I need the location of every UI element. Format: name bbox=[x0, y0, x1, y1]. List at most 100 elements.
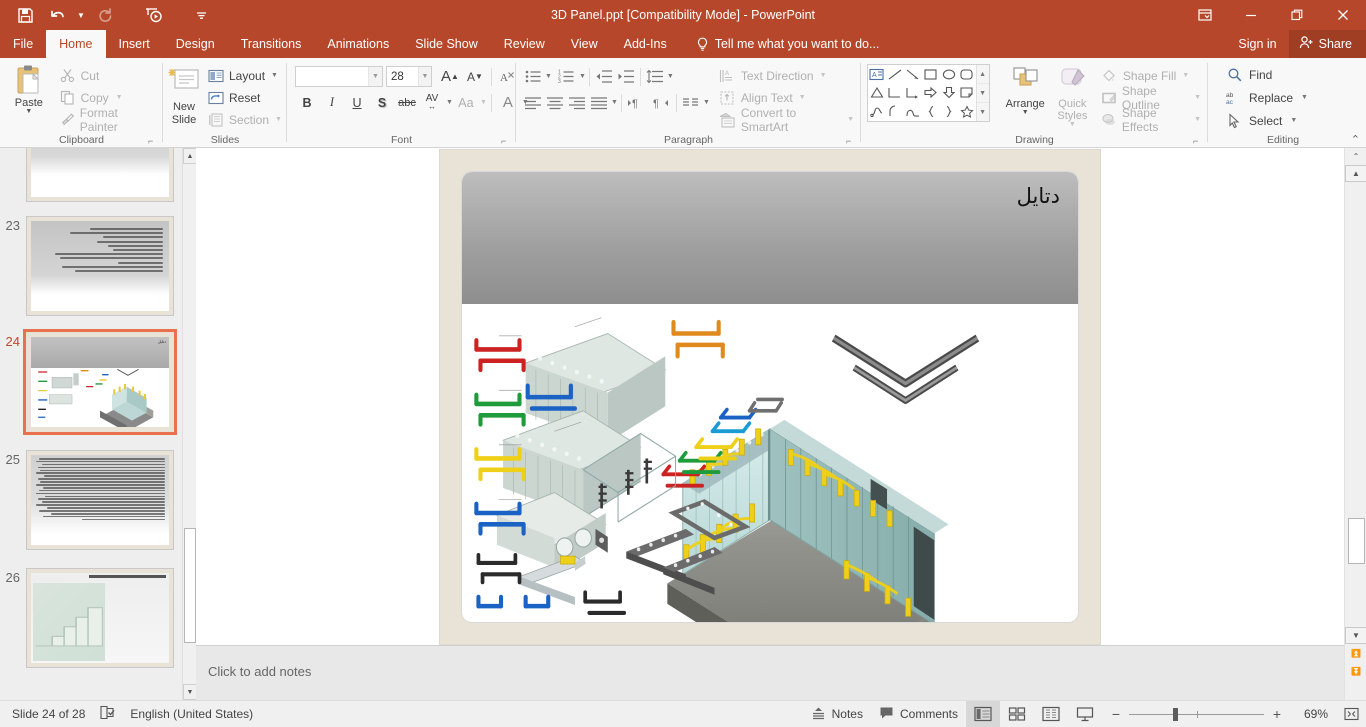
notes-button[interactable]: Notes bbox=[803, 701, 871, 727]
select-button[interactable]: Select ▼ bbox=[1222, 110, 1312, 132]
character-spacing-button[interactable]: AV ↔ bbox=[420, 91, 444, 114]
font-dialog-launcher[interactable]: ⌐ bbox=[501, 136, 512, 147]
change-case-button[interactable]: Aa bbox=[454, 91, 478, 114]
decrease-indent-icon[interactable] bbox=[593, 66, 615, 88]
save-icon[interactable] bbox=[10, 2, 40, 28]
zoom-slider-handle[interactable] bbox=[1173, 707, 1178, 721]
new-slide-button[interactable]: New Slide bbox=[167, 62, 201, 133]
thumbnail-box-selected[interactable]: دتایل bbox=[23, 329, 177, 435]
character-spacing-caret[interactable]: ▼ bbox=[446, 99, 453, 106]
arrange-caret[interactable]: ▼ bbox=[1022, 109, 1029, 116]
shapes-scroll-up-icon[interactable]: ▲ bbox=[976, 65, 989, 84]
tab-review[interactable]: Review bbox=[491, 30, 558, 58]
reading-view-button[interactable] bbox=[1034, 701, 1068, 727]
font-size-caret[interactable]: ▼ bbox=[418, 67, 431, 86]
numbering-caret[interactable]: ▼ bbox=[579, 73, 586, 80]
next-slide-icon[interactable]: ⏬ bbox=[1345, 663, 1366, 680]
current-slide[interactable]: دتایل bbox=[462, 171, 1078, 622]
previous-slide-icon[interactable]: ⏫ bbox=[1345, 645, 1366, 662]
list-item[interactable]: 26 bbox=[0, 562, 182, 668]
minimize-icon[interactable] bbox=[1228, 0, 1274, 30]
share-button[interactable]: Share bbox=[1288, 30, 1366, 58]
find-button[interactable]: Find bbox=[1222, 64, 1312, 86]
3d-panel-wall-assembly-diagram[interactable] bbox=[462, 303, 1078, 622]
convert-to-smartart-button[interactable]: Convert to SmartArt ▼ bbox=[716, 106, 857, 134]
shape-folded-corner-icon[interactable] bbox=[958, 84, 976, 103]
increase-font-size-button[interactable]: A ▲ bbox=[438, 65, 462, 88]
thumbnail-box[interactable] bbox=[26, 450, 174, 550]
line-spacing-caret[interactable]: ▼ bbox=[667, 73, 674, 80]
collapse-up-icon[interactable]: ⌃ bbox=[1345, 148, 1366, 165]
zoom-out-button[interactable]: − bbox=[1110, 706, 1122, 722]
close-icon[interactable] bbox=[1320, 0, 1366, 30]
slide-pane-scrollbar[interactable]: ⌃ ▲ ▼ ⏫ ⏬ bbox=[1344, 148, 1366, 700]
bold-button[interactable]: B bbox=[295, 91, 319, 114]
restore-icon[interactable] bbox=[1274, 0, 1320, 30]
shapes-more-icon[interactable]: ▼ bbox=[976, 103, 989, 121]
comments-button[interactable]: Comments bbox=[871, 701, 966, 727]
align-center-icon[interactable] bbox=[544, 92, 566, 114]
thumbnails-scroll-up-icon[interactable]: ▲ bbox=[183, 148, 196, 164]
shape-elbow-connector-icon[interactable] bbox=[886, 84, 904, 103]
zoom-slider[interactable] bbox=[1129, 707, 1264, 721]
rtl-text-direction-icon[interactable]: ¶ bbox=[649, 92, 673, 114]
align-left-icon[interactable] bbox=[522, 92, 544, 114]
arrange-button[interactable]: Arrange ▼ bbox=[1002, 62, 1049, 133]
shape-arrow-icon[interactable] bbox=[904, 65, 922, 84]
align-right-icon[interactable] bbox=[566, 92, 588, 114]
quick-styles-button[interactable]: Quick Styles ▼ bbox=[1049, 62, 1096, 133]
notes-pane[interactable]: Click to add notes bbox=[196, 645, 1344, 700]
section-button[interactable]: Section ▼ bbox=[203, 109, 286, 130]
scroll-down-icon[interactable]: ▼ bbox=[1345, 627, 1366, 644]
cut-button[interactable]: Cut bbox=[56, 65, 159, 86]
format-painter-button[interactable]: Format Painter bbox=[56, 106, 159, 134]
tell-me-search[interactable]: Tell me what you want to do... bbox=[680, 30, 879, 58]
list-item[interactable] bbox=[0, 148, 182, 202]
shape-curve-icon[interactable] bbox=[904, 102, 922, 121]
columns-caret[interactable]: ▼ bbox=[703, 99, 710, 106]
bullets-icon[interactable] bbox=[522, 66, 544, 88]
paragraph-dialog-launcher[interactable]: ⌐ bbox=[846, 136, 857, 147]
thumbnails-scroll-down-icon[interactable]: ▼ bbox=[183, 684, 196, 700]
collapse-ribbon-icon[interactable]: ⌃ bbox=[1351, 133, 1360, 146]
columns-icon[interactable] bbox=[680, 92, 702, 114]
fit-slide-icon[interactable] bbox=[1336, 701, 1366, 727]
shapes-gallery[interactable]: A ▲ ▼ ▼ bbox=[867, 64, 990, 122]
underline-button[interactable]: U bbox=[345, 91, 369, 114]
customize-qat-icon[interactable] bbox=[186, 2, 216, 28]
tab-insert[interactable]: Insert bbox=[106, 30, 163, 58]
tab-file[interactable]: File bbox=[0, 30, 47, 58]
paste-dropdown-caret[interactable]: ▼ bbox=[25, 108, 32, 115]
undo-dropdown-caret[interactable]: ▼ bbox=[74, 2, 88, 28]
layout-dropdown-caret[interactable]: ▼ bbox=[271, 72, 278, 79]
ribbon-display-options-icon[interactable] bbox=[1182, 0, 1228, 30]
italic-button[interactable]: I bbox=[320, 91, 344, 114]
tab-home[interactable]: Home bbox=[46, 30, 106, 58]
replace-button[interactable]: ab ac Replace ▼ bbox=[1222, 87, 1312, 109]
zoom-in-button[interactable]: + bbox=[1271, 706, 1283, 722]
shape-down-arrow-icon[interactable] bbox=[940, 84, 958, 103]
font-name-input[interactable]: ▼ bbox=[295, 66, 383, 87]
zoom-level[interactable]: 69% bbox=[1290, 707, 1328, 721]
undo-icon[interactable] bbox=[42, 2, 72, 28]
numbering-icon[interactable]: 123 bbox=[556, 66, 578, 88]
replace-caret[interactable]: ▼ bbox=[1301, 94, 1308, 101]
page-title[interactable]: دتایل bbox=[1017, 184, 1060, 208]
text-direction-caret[interactable]: ▼ bbox=[820, 72, 827, 79]
decrease-font-size-button[interactable]: A ▼ bbox=[463, 65, 487, 88]
clipboard-dialog-launcher[interactable]: ⌐ bbox=[148, 136, 159, 147]
language-indicator[interactable]: English (United States) bbox=[130, 707, 253, 721]
font-name-caret[interactable]: ▼ bbox=[368, 67, 382, 86]
increase-indent-icon[interactable] bbox=[615, 66, 637, 88]
scroll-up-icon[interactable]: ▲ bbox=[1345, 165, 1366, 182]
shapes-scroll-down-icon[interactable]: ▼ bbox=[976, 84, 989, 103]
tab-animations[interactable]: Animations bbox=[314, 30, 402, 58]
drawing-dialog-launcher[interactable]: ⌐ bbox=[1193, 136, 1204, 147]
tab-view[interactable]: View bbox=[558, 30, 611, 58]
shape-line-icon[interactable] bbox=[886, 65, 904, 84]
list-item[interactable]: 23 bbox=[0, 210, 182, 316]
shapes-gallery-scrollbar[interactable]: ▲ ▼ ▼ bbox=[975, 65, 989, 121]
shape-effects-caret[interactable]: ▼ bbox=[1194, 116, 1201, 123]
tab-transitions[interactable]: Transitions bbox=[228, 30, 315, 58]
normal-view-button[interactable] bbox=[966, 701, 1000, 727]
